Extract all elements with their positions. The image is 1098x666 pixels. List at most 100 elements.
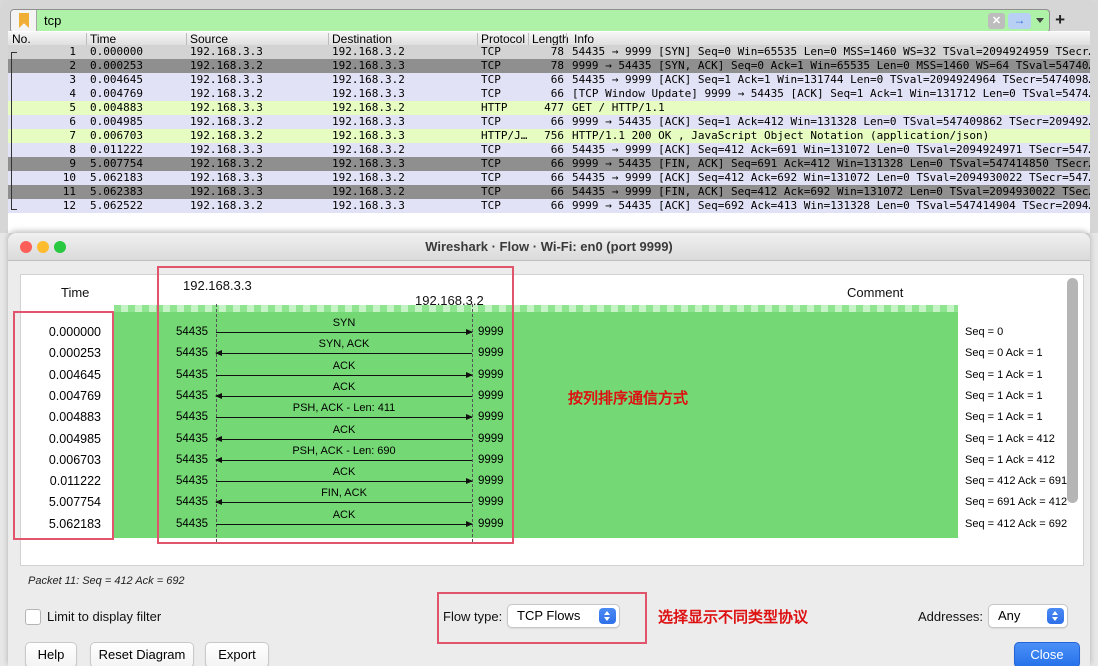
cell-info: 9999 → 54435 [SYN, ACK] Seq=0 Ack=1 Win=… [572,59,1090,73]
cell-src: 192.168.3.3 [190,143,263,157]
cell-info: 54435 → 9999 [ACK] Seq=412 Ack=692 Win=1… [572,171,1090,185]
column-divider[interactable] [328,33,329,45]
table-row[interactable]: 20.000253192.168.3.2192.168.3.3TCP789999… [8,59,1090,73]
column-divider[interactable] [477,33,478,45]
cell-no: 4 [8,87,76,101]
flow-dst-port: 9999 [478,388,504,404]
flow-dst-port: 9999 [478,473,504,489]
flow-dialog-titlebar[interactable]: Wireshark · Flow · Wi-Fi: en0 (port 9999… [8,233,1090,261]
cell-no: 9 [8,157,76,171]
add-filter-button[interactable]: + [1055,11,1065,28]
table-row[interactable]: 95.007754192.168.3.2192.168.3.3TCP669999… [8,157,1090,171]
filter-query[interactable]: tcp [44,13,61,28]
filter-bookmark-segment[interactable] [11,10,37,32]
flow-dst-port: 9999 [478,409,504,425]
cell-no: 3 [8,73,76,87]
table-row[interactable]: 40.004769192.168.3.2192.168.3.3TCP66[TCP… [8,87,1090,101]
cell-info: HTTP/1.1 200 OK , JavaScript Object Nota… [572,129,1090,143]
cell-src: 192.168.3.3 [190,171,263,185]
addresses-select[interactable]: Any [988,604,1068,628]
table-row[interactable]: 125.062522192.168.3.2192.168.3.3TCP66999… [8,199,1090,213]
cell-no: 5 [8,101,76,115]
flow-row-time: 0.006703 [21,452,101,468]
flow-row-time: 5.062183 [21,516,101,532]
table-row[interactable]: 80.011222192.168.3.3192.168.3.2TCP665443… [8,143,1090,157]
cell-time: 5.062383 [90,185,143,199]
flow-row-comment: Seq = 412 Ack = 691 [965,474,1067,488]
zoom-window-icon[interactable] [54,241,66,253]
table-row[interactable]: 50.004883192.168.3.3192.168.3.2HTTP477GE… [8,101,1090,115]
cell-time: 5.007754 [90,157,143,171]
column-divider[interactable] [566,33,567,45]
annotation-flow-type-text: 选择显示不同类型协议 [658,606,808,627]
cell-proto: TCP [481,59,501,73]
flow-row-comment: Seq = 1 Ack = 1 [965,410,1043,424]
flow-row-comment: Seq = 1 Ack = 412 [965,432,1055,446]
help-button[interactable]: Help [25,642,77,666]
column-header-protocol[interactable]: Protocol [481,32,525,46]
column-header-destination[interactable]: Destination [332,32,392,46]
cell-dst: 192.168.3.3 [332,129,405,143]
column-header-info[interactable]: Info [574,32,594,46]
minimize-window-icon[interactable] [37,241,49,253]
cell-proto: TCP [481,87,501,101]
cell-time: 0.000253 [90,59,143,73]
cell-proto: TCP [481,45,501,59]
packet-list-window: tcp ✕ → + No. Time Source Destination Pr… [0,0,1098,233]
limit-to-display-filter-checkbox[interactable] [25,609,41,625]
flow-arrow [216,332,472,333]
flow-row-comment: Seq = 691 Ack = 412 [965,495,1067,509]
flow-row-time: 0.004769 [21,388,101,404]
flow-src-port: 54435 [151,516,208,532]
column-header-time[interactable]: Time [90,32,116,46]
flow-src-port: 54435 [151,452,208,468]
flow-row-time: 5.007754 [21,494,101,510]
column-header-no[interactable]: No. [12,32,31,46]
apply-filter-icon[interactable]: → [1008,13,1031,29]
cell-src: 192.168.3.2 [190,59,263,73]
cell-src: 192.168.3.3 [190,45,263,59]
flow-dst-port: 9999 [478,324,504,340]
cell-info: 54435 → 9999 [SYN] Seq=0 Win=65535 Len=0… [572,45,1090,59]
flow-dst-port: 9999 [478,494,504,510]
flow-type-value: TCP Flows [517,608,580,623]
table-row[interactable]: 105.062183192.168.3.3192.168.3.2TCP66544… [8,171,1090,185]
bookmark-icon[interactable] [19,13,29,28]
flow-arrow-label: SYN, ACK [216,337,472,351]
cell-dst: 192.168.3.3 [332,59,405,73]
flow-src-port: 54435 [151,345,208,361]
table-row[interactable]: 70.006703192.168.3.2192.168.3.3HTTP/J…75… [8,129,1090,143]
table-row[interactable]: 115.062383192.168.3.3192.168.3.2TCP66544… [8,185,1090,199]
column-divider[interactable] [86,33,87,45]
select-stepper-icon[interactable] [1047,608,1064,624]
flow-dst-port: 9999 [478,516,504,532]
flow-arrow-label: ACK [216,423,472,437]
select-stepper-icon[interactable] [599,608,616,624]
flow-diagram-panel[interactable]: Time Comment 192.168.3.3 192.168.3.2 0.0… [20,274,1084,566]
table-row[interactable]: 30.004645192.168.3.3192.168.3.2TCP665443… [8,73,1090,87]
flow-arrow [216,502,472,503]
flow-arrow [216,481,472,482]
diagram-scrollbar[interactable] [1067,278,1078,503]
column-header-source[interactable]: Source [190,32,228,46]
display-filter-input[interactable]: tcp ✕ → [10,9,1050,33]
reset-diagram-button[interactable]: Reset Diagram [90,642,194,666]
cell-proto: TCP [481,73,501,87]
column-divider[interactable] [186,33,187,45]
cell-dst: 192.168.3.2 [332,45,405,59]
cell-no: 12 [8,199,76,213]
table-row[interactable]: 10.000000192.168.3.3192.168.3.2TCP785443… [8,45,1090,59]
close-window-icon[interactable] [20,241,32,253]
close-button[interactable]: Close [1014,642,1080,666]
cell-len: 78 [508,45,564,59]
flow-arrow [216,375,472,376]
export-button[interactable]: Export [205,642,269,666]
flow-type-select[interactable]: TCP Flows [507,604,620,628]
cell-time: 5.062522 [90,199,143,213]
column-divider[interactable] [528,33,529,45]
clear-filter-icon[interactable]: ✕ [988,13,1005,29]
table-row[interactable]: 60.004985192.168.3.2192.168.3.3TCP669999… [8,115,1090,129]
filter-dropdown-icon[interactable] [1036,18,1044,23]
packet-rows: 10.000000192.168.3.3192.168.3.2TCP785443… [8,45,1090,214]
cell-src: 192.168.3.3 [190,185,263,199]
